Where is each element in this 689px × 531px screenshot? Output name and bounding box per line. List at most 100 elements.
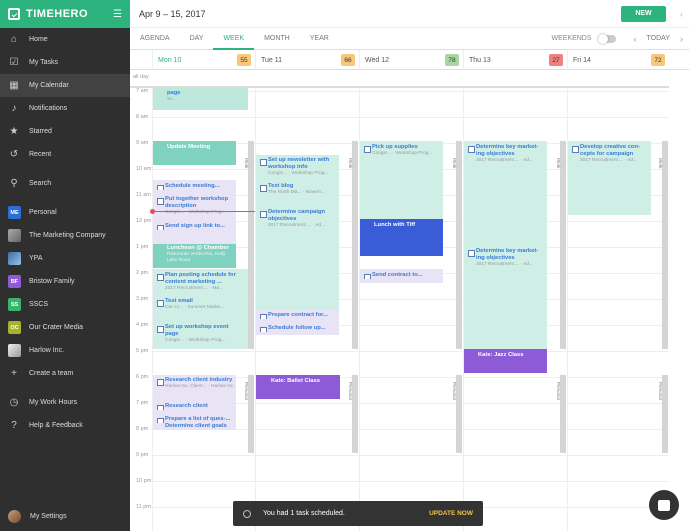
task-item[interactable]: Develop creative con-cepts for campaign 2… — [570, 144, 650, 164]
sidebar-item-bristow-family[interactable]: BF Bristow Family — [0, 270, 130, 293]
task-title: Determine campaign objectives — [268, 209, 326, 222]
task-item[interactable]: Pick up supplies Congin... · Workshop Pro… — [362, 144, 442, 157]
sidebar-item-label: Recent — [29, 151, 52, 158]
event-item[interactable]: Update Meeting — [167, 144, 235, 151]
sidebar-item-my-calendar[interactable]: ▦ My Calendar — [0, 74, 130, 97]
task-item[interactable]: Text blog The North Ma... · Novem... — [258, 183, 338, 196]
new-button[interactable]: NEW — [621, 5, 666, 22]
day-header-thu[interactable]: Thu 13 27 — [463, 50, 567, 70]
task-title: Send sign up link to... — [165, 223, 225, 229]
tab-week[interactable]: WEEK — [213, 28, 255, 50]
task-title: Put together workshop description — [165, 196, 229, 209]
sidebar-item-home[interactable]: ⌂ Home — [0, 28, 130, 51]
chat-button[interactable] — [649, 490, 679, 520]
sidebar-item-help[interactable]: ? Help & Feedback — [0, 414, 130, 437]
task-item[interactable]: Prepare a list of ques-... — [155, 416, 235, 423]
sidebar-item-label: My Calendar — [29, 82, 69, 89]
task-item[interactable]: Test email Our Cr... · Summer Marke... — [155, 298, 237, 311]
team-avatar — [8, 344, 21, 357]
task-item[interactable]: Schedule meeting... — [155, 183, 235, 190]
sidebar-item-ypa[interactable]: YPA — [0, 247, 130, 270]
task-item[interactable]: Set up newsletter with workshop info Cong… — [258, 157, 338, 177]
task-item[interactable]: Put together workshop description Congin.… — [155, 196, 235, 216]
sidebar-item-create-team[interactable]: + Create a team — [0, 362, 130, 385]
day-label: Mon 10 — [158, 56, 182, 64]
timehero-logo-icon — [8, 8, 20, 20]
weekends-toggle[interactable] — [597, 33, 616, 44]
day-label: Thu 13 — [469, 56, 491, 64]
tab-month[interactable]: MONTH — [254, 28, 300, 50]
event-item[interactable]: Kate: Jazz Class — [478, 352, 544, 359]
sidebar-item-search[interactable]: ⚲ Search — [0, 172, 130, 195]
hour-label: 5 pm — [136, 348, 149, 354]
task-item[interactable]: Determine client goals — [165, 423, 237, 430]
task-item[interactable]: Send contract to... — [362, 272, 442, 279]
sidebar-item-label: SSCS — [29, 301, 49, 308]
menu-collapse-icon[interactable]: ☰ — [113, 9, 122, 20]
star-icon: ★ — [9, 126, 19, 137]
sidebar-item-settings[interactable]: My Settings — [0, 510, 67, 523]
day-header-tue[interactable]: Tue 11 66 — [255, 50, 359, 70]
chevron-right-icon[interactable]: › — [674, 34, 689, 44]
chevron-left-icon[interactable]: ‹ — [680, 9, 683, 19]
day-header-wed[interactable]: Wed 12 78 — [359, 50, 463, 70]
clock-icon — [243, 509, 251, 518]
hour-line — [152, 455, 669, 456]
sidebar-item-sscs[interactable]: SS SSCS — [0, 293, 130, 316]
task-item[interactable]: Determine key market-ing objectives 2017 … — [466, 248, 546, 268]
work-strip — [560, 141, 566, 349]
task-item[interactable]: Send sign up link to... — [155, 223, 235, 230]
hour-line — [152, 481, 669, 482]
task-item[interactable]: Research client — [155, 403, 235, 410]
calendar-grid[interactable]: 7 am 8 am 9 am 10 am 11 am 12 pm 1 pm 2 … — [130, 88, 669, 531]
view-bar: AGENDA DAY WEEK MONTH YEAR WEEKENDS ‹ TO… — [130, 28, 689, 50]
checkbox-icon: ☑ — [9, 57, 19, 68]
tab-agenda[interactable]: AGENDA — [130, 28, 180, 50]
task-item[interactable]: Prepare contract for... — [258, 312, 338, 319]
task-item[interactable]: Schedule follow up... — [258, 325, 338, 332]
task-item[interactable]: Research client industry Harlow Inc. Clie… — [155, 377, 235, 390]
event-item[interactable]: page Sc... — [167, 90, 227, 103]
event-item[interactable]: Lunch with Tiff — [374, 222, 440, 229]
task-item[interactable]: Plan posting schedule for content market… — [155, 272, 237, 292]
sidebar-item-notifications[interactable]: ♪ Notifications — [0, 97, 130, 120]
sidebar-item-work-hours[interactable]: ◷ My Work Hours — [0, 391, 130, 414]
sidebar-item-harlow-inc[interactable]: Harlow Inc. — [0, 339, 130, 362]
task-title: Determine key market-ing objectives — [476, 248, 539, 261]
task-sub: 2017 Recruitment ... · Ma... — [165, 285, 224, 291]
task-title: Determine client goals — [165, 423, 227, 429]
sidebar-item-personal[interactable]: ME Personal — [0, 201, 130, 224]
chevron-left-icon[interactable]: ‹ — [628, 34, 643, 44]
day-hours-badge: 55 — [237, 54, 251, 66]
clock-icon: ◷ — [9, 397, 19, 408]
sidebar-item-our-crater-media[interactable]: OC Our Crater Media — [0, 316, 130, 339]
hour-label: 10 am — [136, 166, 152, 172]
tab-year[interactable]: YEAR — [300, 28, 339, 50]
all-day-row[interactable]: all day — [130, 70, 669, 88]
sidebar-item-my-tasks[interactable]: ☑ My Tasks — [0, 51, 130, 74]
task-item[interactable]: Set up workshop event page Congin... · Wo… — [155, 324, 237, 344]
day-header-fri[interactable]: Fri 14 72 — [567, 50, 669, 70]
sidebar-item-starred[interactable]: ★ Starred — [0, 120, 130, 143]
sidebar-item-marketing-company[interactable]: The Marketing Company — [0, 224, 130, 247]
tab-day[interactable]: DAY — [180, 28, 214, 50]
personal-label: Personal — [658, 382, 663, 400]
event-item[interactable]: Kate: Ballet Class — [271, 378, 337, 385]
day-hours-badge: 72 — [651, 54, 665, 66]
task-item[interactable]: Determine campaign objectives 2017 Recrui… — [258, 209, 338, 229]
task-title: Research client industry — [165, 377, 233, 383]
update-now-button[interactable]: UPDATE NOW — [429, 510, 473, 517]
event-item[interactable]: Luncheon @ Chamber Ristorante Verdicchio,… — [167, 245, 235, 263]
task-item[interactable]: Determine key market-ing objectives 2017 … — [466, 144, 546, 164]
day-header-mon[interactable]: Mon 10 55 — [152, 50, 255, 70]
today-button[interactable]: TODAY — [643, 35, 674, 42]
event-title: Update Meeting — [167, 144, 211, 150]
help-icon: ? — [11, 420, 17, 431]
brand-bar: TIMEHERO ☰ — [0, 0, 130, 28]
hour-label: 7 am — [136, 88, 149, 94]
top-bar: Apr 9 – 15, 2017 NEW ‹ — [130, 0, 689, 28]
sidebar-item-recent[interactable]: ↺ Recent — [0, 143, 130, 166]
task-sub: Harlow Inc. Client... · Harlow Inc. — [165, 383, 235, 389]
work-label: Work — [452, 158, 457, 169]
all-day-label: all day — [133, 74, 149, 80]
